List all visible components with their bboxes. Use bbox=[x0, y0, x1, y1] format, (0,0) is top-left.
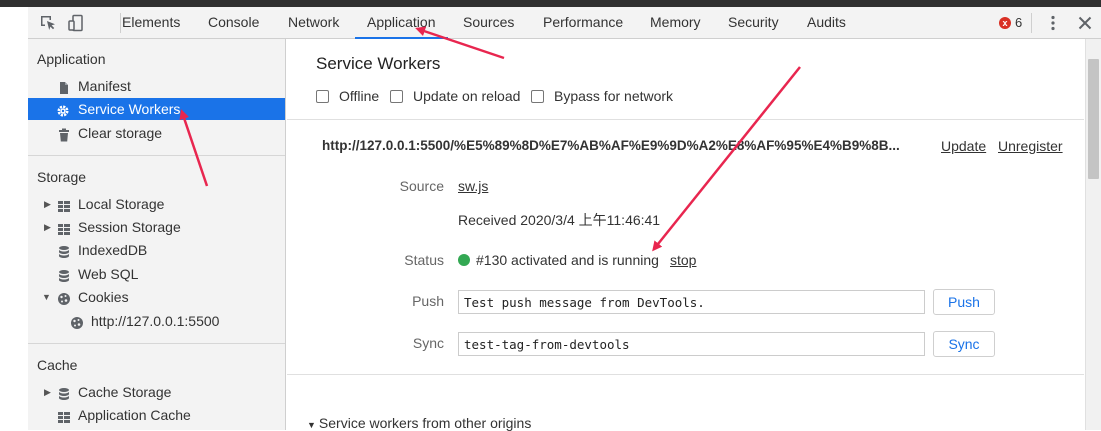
sidebar-item-clear-storage[interactable]: Clear storage bbox=[28, 122, 285, 144]
grid-icon bbox=[57, 220, 71, 235]
scrollbar-thumb[interactable] bbox=[1088, 59, 1099, 179]
bypass-for-network-checkbox[interactable]: Bypass for network bbox=[531, 88, 673, 104]
update-link[interactable]: Update bbox=[941, 138, 986, 154]
error-count: 6 bbox=[1015, 15, 1023, 30]
chevron-down-icon: ▼ bbox=[307, 420, 316, 430]
section-title-storage: Storage bbox=[37, 169, 87, 185]
stop-link[interactable]: stop bbox=[670, 252, 696, 268]
sidebar-item-indexeddb[interactable]: IndexedDB bbox=[28, 239, 285, 261]
section-divider bbox=[287, 374, 1084, 375]
sidebar-item-cookie-origin[interactable]: http://127.0.0.1:5500 bbox=[28, 310, 285, 332]
checkbox-box[interactable] bbox=[390, 89, 403, 103]
sidebar-item-service-workers[interactable]: Service Workers bbox=[28, 98, 285, 120]
page-title: Service Workers bbox=[316, 54, 441, 73]
sync-label: Sync bbox=[412, 335, 444, 351]
checkbox-label: Offline bbox=[339, 88, 380, 104]
sidebar-item-local-storage[interactable]: ▶ Local Storage bbox=[28, 193, 285, 215]
push-button[interactable]: Push bbox=[933, 289, 995, 315]
section-divider bbox=[28, 155, 285, 156]
sidebar-item-cookies[interactable]: ▼ Cookies bbox=[28, 286, 285, 308]
checkbox-label: Update on reload bbox=[413, 88, 521, 104]
tab-elements[interactable]: Elements bbox=[122, 7, 180, 38]
sync-input[interactable] bbox=[458, 332, 925, 356]
section-divider bbox=[28, 343, 285, 344]
left-margin bbox=[0, 7, 28, 430]
tab-memory[interactable]: Memory bbox=[650, 7, 701, 38]
inspect-icon[interactable] bbox=[39, 14, 57, 32]
more-vert-icon[interactable] bbox=[1044, 14, 1062, 32]
toolbar-separator-right bbox=[1031, 13, 1032, 33]
sidebar-item-label: Cache Storage bbox=[78, 384, 172, 400]
grid-icon bbox=[57, 408, 71, 423]
cookie-icon bbox=[70, 314, 84, 329]
application-sidebar: Application Manifest Service Workers Cle… bbox=[28, 39, 286, 430]
tab-network[interactable]: Network bbox=[288, 7, 339, 38]
sidebar-item-session-storage[interactable]: ▶ Session Storage bbox=[28, 216, 285, 238]
received-timestamp: Received 2020/3/4 上午11:46:41 bbox=[458, 212, 661, 228]
tab-sources[interactable]: Sources bbox=[463, 7, 514, 38]
sidebar-item-label: Local Storage bbox=[78, 196, 165, 212]
source-label: Source bbox=[399, 178, 444, 194]
worker-scope-url: http://127.0.0.1:5500/%E5%89%8D%E7%AB%AF… bbox=[322, 138, 900, 153]
status-text: #130 activated and is running bbox=[476, 252, 659, 268]
grid-icon bbox=[57, 197, 71, 212]
checkbox-label: Bypass for network bbox=[554, 88, 674, 104]
tab-audits[interactable]: Audits bbox=[807, 7, 846, 38]
sidebar-item-label: Web SQL bbox=[78, 266, 139, 282]
window-top-bar bbox=[0, 0, 1101, 7]
status-indicator-icon bbox=[458, 254, 470, 266]
error-counter[interactable]: x 6 bbox=[999, 15, 1022, 30]
chevron-right-icon[interactable]: ▶ bbox=[44, 193, 51, 215]
sidebar-item-label: Cookies bbox=[78, 289, 129, 305]
source-link[interactable]: sw.js bbox=[458, 178, 488, 194]
checkbox-box[interactable] bbox=[316, 89, 329, 103]
tab-performance[interactable]: Performance bbox=[543, 7, 623, 38]
other-origins-toggle[interactable]: ▼ Service workers from other origins bbox=[307, 415, 531, 431]
sidebar-item-label: Session Storage bbox=[78, 219, 181, 235]
sidebar-item-cache-storage[interactable]: ▶ Cache Storage bbox=[28, 381, 285, 403]
sidebar-item-label: Manifest bbox=[78, 78, 131, 94]
close-icon[interactable] bbox=[1076, 14, 1094, 32]
push-input[interactable] bbox=[458, 290, 925, 314]
trash-icon bbox=[57, 126, 71, 142]
chevron-right-icon[interactable]: ▶ bbox=[44, 381, 51, 403]
gear-icon bbox=[56, 102, 70, 117]
sidebar-item-label: http://127.0.0.1:5500 bbox=[91, 313, 220, 329]
database-icon bbox=[57, 267, 71, 282]
status-label: Status bbox=[404, 252, 444, 268]
tab-security[interactable]: Security bbox=[728, 7, 779, 38]
database-icon bbox=[57, 243, 71, 258]
section-divider bbox=[287, 119, 1084, 120]
service-workers-panel: Service Workers Offline Update on reload… bbox=[287, 39, 1084, 431]
file-icon bbox=[57, 79, 71, 94]
sidebar-item-label: Service Workers bbox=[78, 101, 181, 117]
sidebar-item-label: Application Cache bbox=[78, 407, 191, 423]
tab-console[interactable]: Console bbox=[208, 7, 259, 38]
vertical-scrollbar[interactable] bbox=[1085, 39, 1101, 430]
status-value: #130 activated and is running bbox=[458, 252, 659, 268]
chevron-down-icon[interactable]: ▼ bbox=[42, 286, 51, 308]
tab-application[interactable]: Application bbox=[355, 7, 447, 39]
update-on-reload-checkbox[interactable]: Update on reload bbox=[390, 88, 520, 104]
toolbar-separator bbox=[120, 13, 121, 33]
sidebar-item-manifest[interactable]: Manifest bbox=[28, 75, 285, 97]
offline-checkbox[interactable]: Offline bbox=[316, 88, 379, 104]
sidebar-item-application-cache[interactable]: Application Cache bbox=[28, 404, 285, 426]
other-origins-label: Service workers from other origins bbox=[318, 415, 532, 431]
section-title-cache: Cache bbox=[37, 357, 78, 373]
section-title-application: Application bbox=[37, 51, 106, 67]
device-toolbar-icon[interactable] bbox=[68, 14, 86, 32]
unregister-link[interactable]: Unregister bbox=[998, 138, 1063, 154]
sync-button[interactable]: Sync bbox=[933, 331, 995, 357]
sidebar-item-web-sql[interactable]: Web SQL bbox=[28, 263, 285, 285]
checkbox-box[interactable] bbox=[531, 89, 544, 103]
error-icon: x bbox=[999, 16, 1011, 29]
chevron-right-icon[interactable]: ▶ bbox=[44, 216, 51, 238]
cookie-icon bbox=[57, 290, 71, 305]
sidebar-item-label: Clear storage bbox=[78, 125, 163, 141]
sidebar-item-label: IndexedDB bbox=[78, 242, 148, 258]
database-icon bbox=[57, 385, 71, 400]
devtools-toolbar: Elements Console Network Application Sou… bbox=[28, 7, 1101, 39]
push-label: Push bbox=[412, 293, 444, 309]
